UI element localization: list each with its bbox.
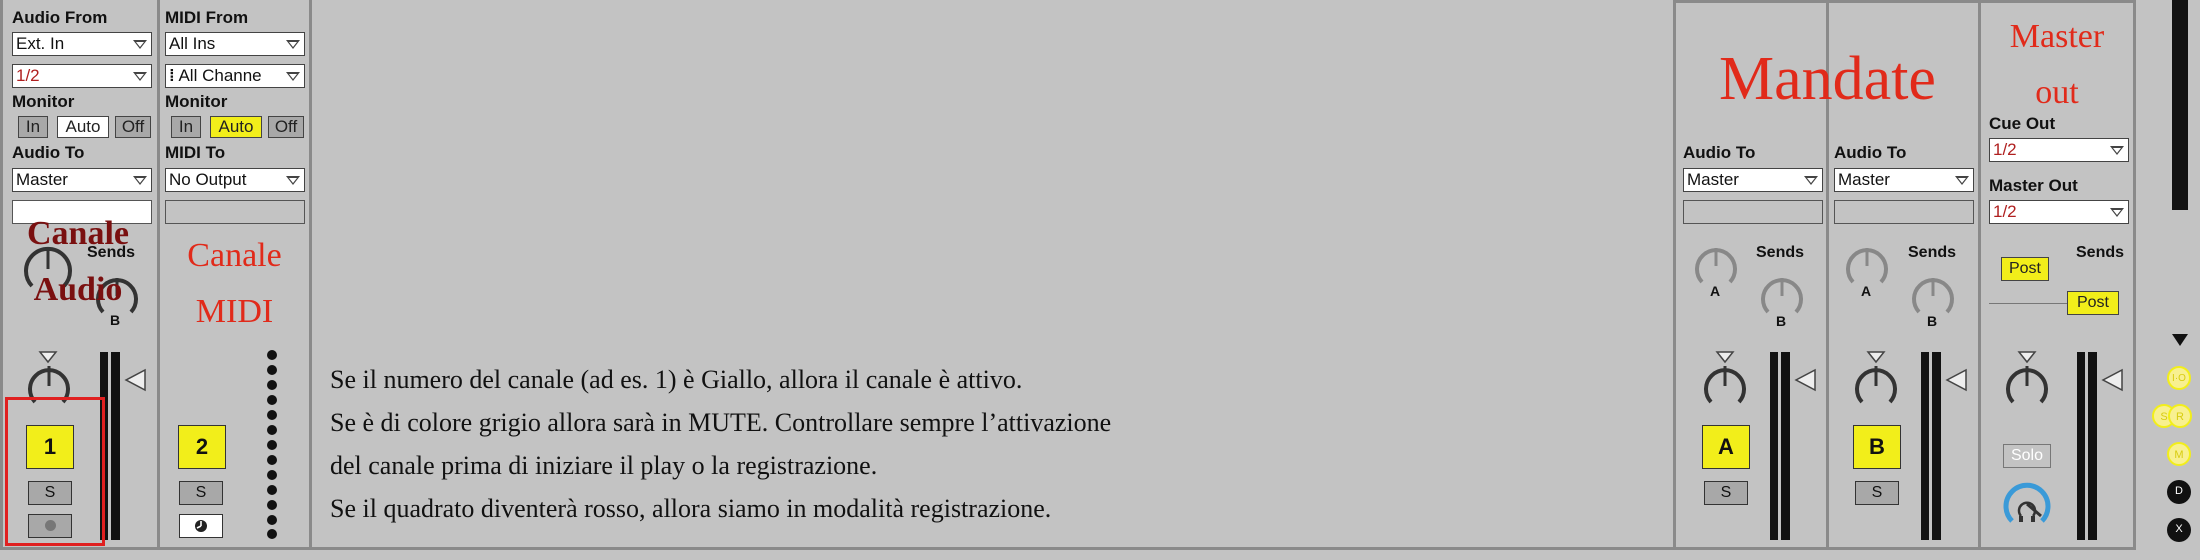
crossfader-toggle-button[interactable]: X	[2167, 518, 2191, 542]
monitor-in-button[interactable]: In	[171, 116, 201, 138]
audio-to-select[interactable]: Master	[12, 168, 152, 192]
level-meter	[1770, 352, 1790, 540]
note-line-2: Se è di colore grigio allora sarà in MUT…	[330, 408, 1112, 437]
midi-track: MIDI From All Ins ⁞ All Channe Monitor I…	[160, 0, 309, 547]
returns-toggle-button[interactable]: R	[2168, 404, 2192, 428]
level-meter	[1921, 352, 1941, 540]
chevron-down-icon	[286, 176, 300, 185]
monitor-auto-button[interactable]: Auto	[57, 116, 109, 138]
solo-button[interactable]: S	[1704, 481, 1748, 505]
midi-from-label: MIDI From	[165, 8, 249, 27]
chevron-down-icon	[1955, 176, 1969, 185]
monitor-label: Monitor	[165, 92, 228, 111]
return-activator-button[interactable]: B	[1853, 425, 1901, 469]
audio-track: Audio From Ext. In 1/2 Monitor In Auto O…	[3, 0, 157, 547]
send-a-label: A	[1861, 283, 1872, 299]
midi-channel-annotation: Canale MIDI	[187, 237, 282, 330]
audio-from-select[interactable]: Ext. In	[12, 32, 152, 56]
chevron-down-icon	[286, 40, 300, 49]
chevron-down-icon	[133, 40, 147, 49]
send-divider	[1989, 303, 2069, 304]
pan-knob[interactable]	[1699, 360, 1751, 412]
monitor-off-button[interactable]: Off	[115, 116, 151, 138]
note-line-3: del canale prima di iniziare il play o l…	[330, 451, 878, 480]
chevron-down-icon	[2110, 208, 2124, 217]
audio-to-label: Audio To	[12, 143, 85, 162]
level-meter	[2077, 352, 2097, 540]
cue-volume-knob[interactable]	[1999, 476, 2055, 532]
pan-knob[interactable]	[2001, 360, 2053, 412]
midi-to-select[interactable]: No Output	[165, 168, 305, 192]
sends-label: Sends	[1756, 244, 1805, 261]
audio-to-select[interactable]: Master	[1683, 168, 1823, 192]
show-hide-arrow-icon[interactable]	[2170, 332, 2190, 348]
audio-to-channel-box	[1683, 200, 1823, 224]
midi-activity-meter	[267, 350, 277, 539]
midi-from-select[interactable]: All Ins	[165, 32, 305, 56]
mixer-toggle-button[interactable]: M	[2167, 442, 2191, 466]
chevron-down-icon	[286, 72, 300, 81]
arm-record-button[interactable]	[179, 514, 223, 538]
send-b-post-button[interactable]: Post	[2067, 291, 2119, 315]
audio-channel-annotation: Canale Audio	[27, 215, 129, 308]
monitor-off-button[interactable]: Off	[268, 116, 304, 138]
midi-to-channel-box	[165, 200, 305, 224]
track-activator-button[interactable]: 2	[178, 425, 226, 469]
send-b-label: B	[1776, 313, 1787, 329]
sends-label: Sends	[1908, 244, 1957, 261]
solo-button[interactable]: S	[1855, 481, 1899, 505]
monitor-auto-button[interactable]: Auto	[210, 116, 262, 138]
chevron-down-icon	[133, 72, 147, 81]
audio-to-channel-box	[1834, 200, 1974, 224]
send-a-post-button[interactable]: Post	[2001, 257, 2049, 281]
returns-annotation: Mandate	[1719, 45, 1936, 113]
volume-slider-arrow-icon[interactable]	[123, 368, 147, 392]
delay-toggle-button[interactable]: D	[2167, 480, 2191, 504]
audio-to-select[interactable]: Master	[1834, 168, 1974, 192]
volume-slider-arrow-icon[interactable]	[1944, 368, 1968, 392]
monitor-in-button[interactable]: In	[18, 116, 48, 138]
solo-button[interactable]: S	[179, 481, 223, 505]
note-line-4: Se il quadrato diventerà rosso, allora s…	[330, 494, 1052, 523]
master-track: Master out Cue Out 1/2 Master Out 1/2 Se…	[1981, 3, 2133, 547]
monitor-label: Monitor	[12, 92, 75, 111]
solo-cue-button[interactable]: Solo	[2003, 444, 2051, 468]
clock-icon	[195, 520, 207, 532]
cue-out-select[interactable]: 1/2	[1989, 138, 2129, 162]
audio-input-channel-select[interactable]: 1/2	[12, 64, 152, 88]
highlight-box	[5, 397, 105, 546]
chevron-down-icon	[133, 176, 147, 185]
audio-from-label: Audio From	[12, 8, 108, 27]
note-line-1: Se il numero del canale (ad es. 1) è Gia…	[330, 365, 1023, 394]
midi-to-label: MIDI To	[165, 143, 226, 162]
send-a-label: A	[1710, 283, 1721, 299]
channel-dots-icon: ⁞	[169, 66, 175, 85]
master-out-label: Master Out	[1989, 176, 2078, 195]
cue-out-label: Cue Out	[1989, 114, 2056, 133]
pan-knob[interactable]	[1850, 360, 1902, 412]
volume-slider-arrow-icon[interactable]	[1793, 368, 1817, 392]
audio-to-label: Audio To	[1834, 143, 1907, 162]
master-out-annotation: Master out	[2009, 18, 2105, 111]
master-out-select[interactable]: 1/2	[1989, 200, 2129, 224]
chevron-down-icon	[2110, 146, 2124, 155]
chevron-down-icon	[1804, 176, 1818, 185]
send-b-label: B	[1927, 313, 1938, 329]
audio-to-label: Audio To	[1683, 143, 1756, 162]
io-toggle-button[interactable]: I·O	[2167, 366, 2191, 390]
return-activator-button[interactable]: A	[1702, 425, 1750, 469]
vertical-scrollbar[interactable]	[2172, 0, 2188, 210]
midi-channel-select[interactable]: ⁞ All Channe	[165, 64, 305, 88]
sends-label: Sends	[2076, 244, 2125, 261]
volume-slider-arrow-icon[interactable]	[2100, 368, 2124, 392]
